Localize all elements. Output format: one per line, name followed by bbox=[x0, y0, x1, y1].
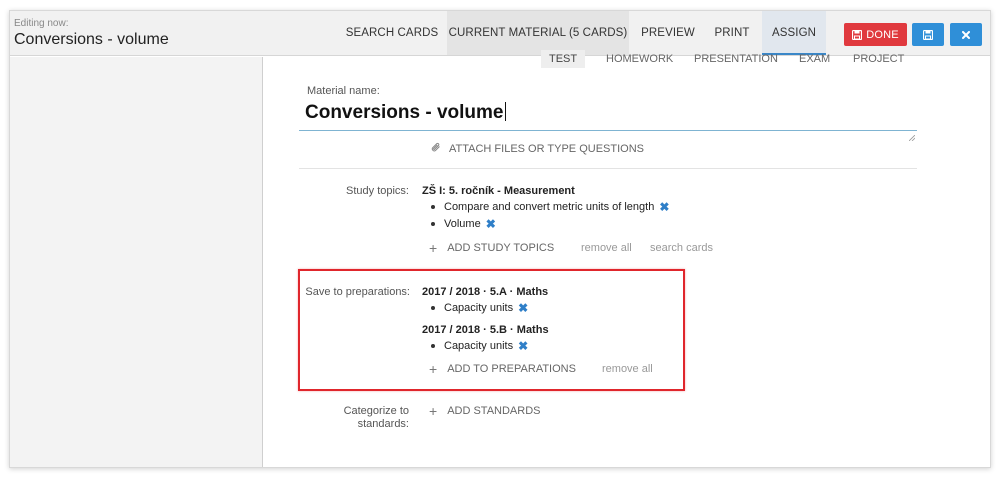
add-to-preparations-button[interactable]: + ADD TO PREPARATIONS bbox=[429, 362, 576, 376]
plus-icon: + bbox=[429, 361, 438, 377]
material-name-value: Conversions - volume bbox=[305, 102, 504, 123]
bullet-dot bbox=[431, 344, 435, 348]
remove-x-icon[interactable]: ✖ bbox=[518, 302, 528, 314]
remove-x-icon[interactable]: ✖ bbox=[486, 218, 496, 230]
bullet-dot bbox=[431, 306, 435, 310]
save-to-preparations-label: Save to preparations: bbox=[305, 286, 410, 298]
remove-all-topics-link[interactable]: remove all bbox=[581, 242, 632, 254]
bullet-dot bbox=[431, 222, 435, 226]
text-cursor bbox=[504, 102, 506, 121]
editing-now-label: Editing now: bbox=[14, 18, 69, 29]
app-window: Editing now: Conversions - volume SEARCH… bbox=[9, 10, 991, 468]
type-tab-test[interactable]: TEST bbox=[541, 50, 586, 68]
plus-icon: + bbox=[429, 240, 438, 256]
editing-title: Conversions - volume bbox=[14, 31, 169, 48]
preparation-group-title: 2017 / 2018 · 5.A · Maths bbox=[422, 286, 549, 298]
done-button[interactable]: DONE bbox=[844, 23, 907, 46]
categorize-standards-label: Categorize to standards: bbox=[331, 405, 409, 431]
add-standards-label: ADD STANDARDS bbox=[447, 405, 541, 417]
add-standards-button[interactable]: + ADD STANDARDS bbox=[429, 404, 541, 418]
study-topics-label: Study topics: bbox=[346, 185, 409, 197]
remove-x-icon[interactable]: ✖ bbox=[659, 201, 669, 213]
paperclip-icon bbox=[431, 142, 442, 156]
remove-x-icon[interactable]: ✖ bbox=[518, 340, 528, 352]
tab-preview[interactable]: PREVIEW bbox=[634, 11, 702, 55]
study-topic-label: Compare and convert metric units of leng… bbox=[444, 201, 655, 213]
done-label: DONE bbox=[866, 28, 899, 41]
preparation-item: Capacity units ✖ bbox=[431, 302, 528, 314]
bullet-dot bbox=[431, 205, 435, 209]
close-icon bbox=[962, 30, 970, 39]
type-tab-exam[interactable]: EXAM bbox=[791, 50, 838, 68]
divider bbox=[299, 168, 917, 169]
study-topics-group-title: ZŠ I: 5. ročník - Measurement bbox=[422, 185, 575, 197]
resize-grip-icon[interactable] bbox=[908, 122, 916, 142]
type-tab-presentation[interactable]: PRESENTATION bbox=[686, 50, 786, 68]
study-topic-item: Compare and convert metric units of leng… bbox=[431, 201, 669, 213]
attach-files-button[interactable]: ATTACH FILES OR TYPE QUESTIONS bbox=[431, 142, 644, 156]
tab-print[interactable]: PRINT bbox=[707, 11, 757, 55]
left-panel bbox=[10, 57, 263, 467]
study-topic-item: Volume ✖ bbox=[431, 218, 496, 230]
material-name-label: Material name: bbox=[307, 85, 380, 97]
add-study-topics-label: ADD STUDY TOPICS bbox=[447, 242, 555, 254]
remove-all-preparations-link[interactable]: remove all bbox=[602, 363, 653, 375]
type-tab-project[interactable]: PROJECT bbox=[845, 50, 912, 68]
tab-search-cards[interactable]: SEARCH CARDS bbox=[342, 11, 442, 55]
attach-label: ATTACH FILES OR TYPE QUESTIONS bbox=[449, 143, 644, 155]
categorize-label-line2: standards: bbox=[357, 418, 409, 430]
save-icon bbox=[923, 29, 933, 40]
preparation-item: Capacity units ✖ bbox=[431, 340, 528, 352]
tab-current-material[interactable]: CURRENT MATERIAL (5 CARDS) bbox=[447, 11, 629, 55]
categorize-label-line1: Categorize to bbox=[343, 405, 409, 417]
search-cards-link[interactable]: search cards bbox=[650, 242, 713, 254]
add-to-preparations-label: ADD TO PREPARATIONS bbox=[447, 363, 576, 375]
save-button[interactable] bbox=[912, 23, 944, 46]
add-study-topics-button[interactable]: + ADD STUDY TOPICS bbox=[429, 241, 554, 255]
tab-assign[interactable]: ASSIGN bbox=[762, 11, 826, 55]
preparation-item-label: Capacity units bbox=[444, 302, 514, 314]
preparation-item-label: Capacity units bbox=[444, 340, 514, 352]
study-topic-label: Volume bbox=[444, 218, 481, 230]
preparation-group-title: 2017 / 2018 · 5.B · Maths bbox=[422, 324, 549, 336]
plus-icon: + bbox=[429, 403, 438, 419]
top-bar: Editing now: Conversions - volume SEARCH… bbox=[10, 11, 990, 56]
close-button[interactable] bbox=[950, 23, 982, 46]
save-icon bbox=[852, 29, 863, 40]
type-tab-homework[interactable]: HOMEWORK bbox=[598, 50, 681, 68]
material-name-input[interactable]: Conversions - volume bbox=[299, 99, 917, 142]
